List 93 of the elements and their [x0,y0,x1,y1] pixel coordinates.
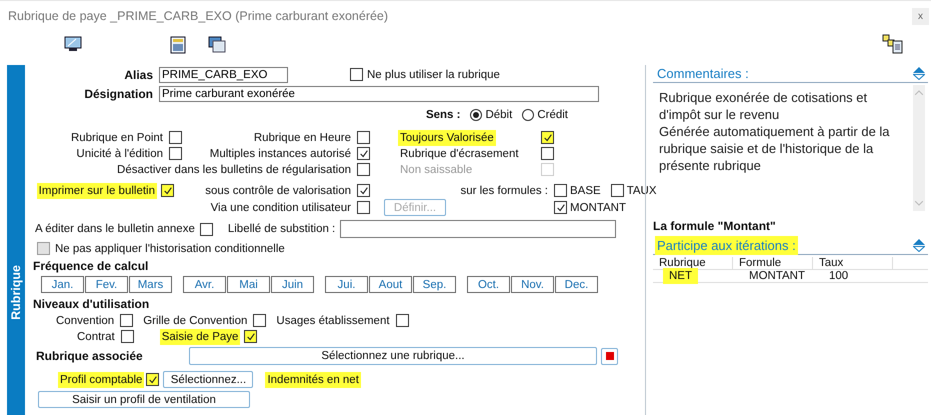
select-rubrique-button[interactable]: Sélectionnez une rubrique... [189,347,597,365]
checkbox[interactable] [357,131,370,144]
documents-icon[interactable] [882,34,904,54]
field-label: Désignation [83,86,153,100]
panel-title: Commentaires : [657,66,749,81]
checkbox[interactable] [554,184,567,197]
month-button[interactable]: Oct. [467,276,510,293]
checkbox-label: Unicité à l'édition [76,148,163,160]
window-title: Rubrique de paye _PRIME_CARB_EXO (Prime carburant exonérée) [8,9,388,23]
checkbox-label: MONTANT [570,202,626,214]
checkbox-label: BASE [570,184,601,196]
checkbox[interactable] [350,68,363,81]
calculator-icon[interactable] [170,36,186,54]
checkbox-label: Ne pas appliquer l'historisation conditionnelle [55,242,285,254]
table-cell: NET [665,270,696,282]
checkbox-label: Profil comptable [60,374,142,386]
month-button[interactable]: Fev. [85,276,128,293]
checkbox[interactable] [541,131,554,144]
checkbox-label: Saisie de Paye [162,330,238,342]
checkbox-label: Rubrique en Heure [254,132,351,144]
checkbox-label: TAUX [626,184,657,196]
checkbox[interactable] [541,147,554,160]
checkbox[interactable] [396,314,409,327]
checkbox-label: Non saissable [400,164,472,176]
square-icon [606,352,614,360]
checkbox[interactable] [161,184,174,197]
checkbox[interactable] [37,242,50,255]
checkbox-label: Ne plus utiliser la rubrique [367,68,500,80]
checkbox[interactable] [146,373,160,386]
table-cell-text: MONTANT [748,270,806,282]
section-heading: Niveaux d'utilisation [32,297,150,311]
checkbox-label: Multiples instances autorisé [210,148,351,160]
month-button[interactable]: Nov. [511,276,554,293]
checkbox[interactable] [357,147,370,160]
checkbox[interactable] [253,314,266,327]
checkbox-label: Rubrique en Point [70,132,163,144]
checkbox-label: Grille de Convention [143,314,248,326]
ventilation-button[interactable]: Saisir un profil de ventilation [38,391,250,408]
checkbox-label: Via une condition utilisateur [210,202,351,214]
checkbox[interactable] [554,201,567,214]
checkbox[interactable] [200,222,213,236]
month-button[interactable]: Avr. [183,276,226,293]
radio-button[interactable]: Débit [470,109,512,121]
month-button[interactable]: Dec. [555,276,598,293]
windows-icon[interactable] [208,36,226,53]
month-button[interactable]: Juin [271,276,314,293]
designation-field[interactable]: Prime carburant exonérée [159,86,599,102]
field-label: Libellé de substition : [228,223,336,235]
sens-label: Sens : [426,109,460,121]
clear-button[interactable] [601,348,618,364]
column-header[interactable]: Taux [813,257,893,269]
checkbox-label: Convention [56,314,114,326]
alias-field[interactable]: PRIME_CARB_EXO [159,66,288,82]
checkbox[interactable] [357,163,370,176]
close-button[interactable]: x [912,8,929,24]
month-button[interactable]: Jui. [325,276,368,293]
checkbox[interactable] [169,131,182,144]
month-button[interactable]: Jan. [41,276,84,293]
field-label: Rubrique associée [36,349,144,363]
checkbox[interactable] [610,184,624,197]
monitor-icon[interactable] [64,36,82,52]
checkbox[interactable] [120,330,134,343]
panel-title: Participe aux itérations : [657,238,796,253]
checkbox-label: Usages établissement [276,314,390,326]
checkbox-label: Imprimer sur le bulletin [38,184,155,196]
collapse-icon[interactable] [913,239,925,252]
checkbox-label: Toujours Valorisée [400,132,494,144]
month-button[interactable]: Aout [369,276,412,293]
checkbox-label: sous contrôle de valorisation [205,184,351,196]
checkbox-label: Rubrique d'écrasement [400,148,519,160]
collapse-icon[interactable] [913,67,925,80]
month-button[interactable]: Mars [129,276,172,293]
month-button[interactable]: Mai [227,276,270,293]
column-header[interactable]: Formule [733,257,813,269]
side-tab[interactable]: Rubrique [7,65,25,415]
profile-value: Indemnités en net [267,374,359,386]
formulas-label: sur les formules : [460,184,548,196]
checkbox[interactable] [244,330,258,343]
substitution-field[interactable] [340,220,616,238]
radio-button[interactable]: Crédit [522,109,568,121]
field-label: Alias [123,68,153,82]
checkbox-label: Désactiver dans les bulletins de régularisation [117,164,351,176]
table-cell-text: 100 [828,270,850,282]
checkbox-label: Contrat [77,330,115,342]
checkbox-label: A éditer dans le bulletin annexe [35,223,195,235]
select-profile-button[interactable]: Sélectionnez... [163,371,254,388]
checkbox[interactable] [357,201,370,214]
checkbox[interactable] [120,314,134,327]
month-button[interactable]: Sep. [413,276,456,293]
formula-title: La formule "Montant" [653,219,777,233]
checkbox[interactable] [357,184,370,197]
section-heading: Fréquence de calcul [32,259,150,273]
checkbox[interactable] [169,147,182,160]
